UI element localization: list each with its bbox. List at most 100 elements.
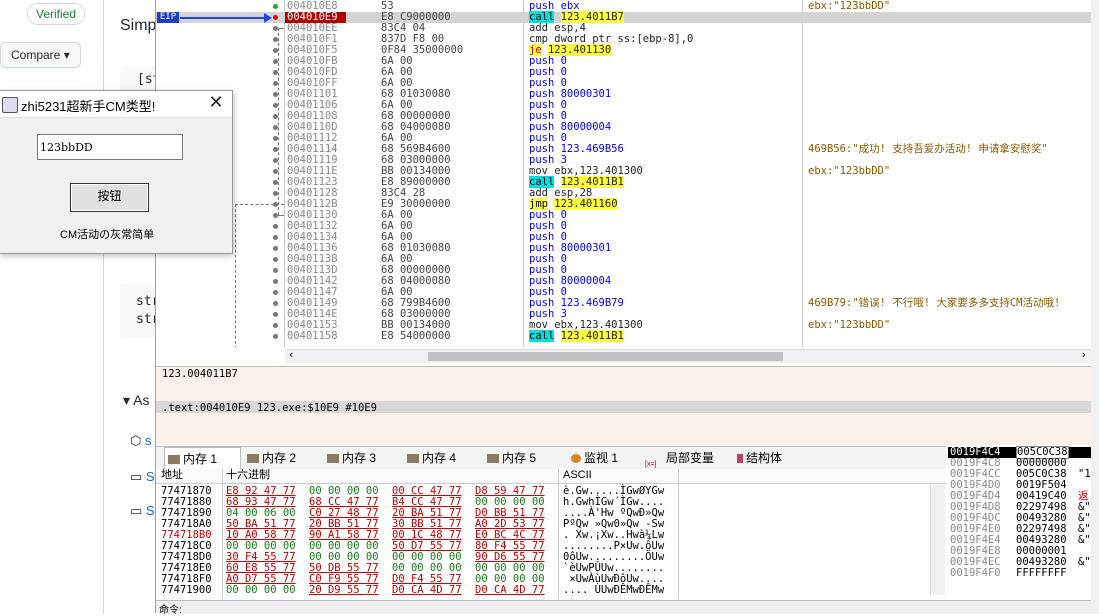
memory-dump[interactable]: 地址 十六进制 ASCII 77471870 E8 92 47 77 00 00 0…: [156, 469, 946, 599]
jump-line: [278, 28, 284, 29]
stack-value: FFFFFFFF: [1016, 567, 1067, 579]
jump-line: [278, 215, 284, 216]
window-scrollbar[interactable]: [1091, 0, 1099, 613]
dialog-message: CM活动の灰常简单: [60, 229, 155, 241]
link-fragment[interactable]: ▭ S: [130, 469, 155, 485]
memory-icon: [487, 454, 499, 464]
breakpoint-marker[interactable]: [273, 301, 278, 306]
instruction-comment: ebx:"123bbDD": [808, 319, 891, 331]
tab-1[interactable]: 内存 1: [164, 447, 241, 470]
instruction-comment: ebx:"123bbDD": [808, 0, 891, 12]
dump-ascii: .... ÙUwÐÊMwÐÊMw: [563, 584, 665, 596]
cube-icon: ⬡: [130, 433, 142, 448]
serial-input[interactable]: [37, 134, 183, 160]
jump-line: [235, 204, 236, 347]
scroll-right-icon[interactable]: ›: [1080, 348, 1087, 361]
crackme-dialog: zhi5231超新手CM类型! ✕ 按钮 CM活动の灰常简单: [0, 90, 233, 254]
section-heading-text: As: [133, 392, 150, 408]
section-heading-fragment[interactable]: ▾ As: [123, 392, 150, 409]
instruction-address: 00401158: [287, 330, 338, 342]
dump-hex-group: 00 00 00 00: [226, 584, 296, 596]
breakpoint-marker[interactable]: [273, 257, 278, 262]
submit-button[interactable]: 按钮: [70, 183, 149, 212]
info-location: .text:004010E9 123.exe:$10E9 #10E9: [162, 402, 377, 414]
column-separator: [222, 469, 223, 599]
tab-2[interactable]: 内存 2: [244, 447, 319, 469]
tab-label: 监视 1: [584, 451, 619, 465]
dump-header: [156, 469, 946, 484]
dump-col-address: 地址: [161, 469, 183, 481]
tab-6[interactable]: 监视 1: [568, 447, 639, 469]
breakpoint-marker[interactable]: [273, 224, 278, 229]
breakpoint-marker[interactable]: [273, 4, 278, 9]
jump-line: [278, 28, 279, 215]
package-icon: ▭: [130, 503, 143, 518]
tab-label: 结构体: [746, 451, 783, 465]
instruction-comment: 469B79:"错误! 不行哦! 大家要多多支持CM活动哦!: [808, 297, 1061, 309]
command-label: 命令:: [159, 605, 182, 616]
code-block-2: str str: [120, 284, 160, 338]
breakpoint-marker[interactable]: [273, 15, 278, 20]
breakpoint-marker[interactable]: [273, 246, 278, 251]
breakpoint-marker[interactable]: [273, 268, 278, 273]
tab-label: 局部变量: [666, 451, 715, 465]
link-text: S: [145, 503, 155, 518]
link-text: S: [145, 469, 155, 484]
tab-8[interactable]: 结构体: [734, 447, 807, 469]
stack-comment: &": [1078, 534, 1091, 546]
dump-hex-group: D0 CA 4D 77: [392, 584, 462, 596]
eip-arrow: [180, 17, 268, 19]
tab-5[interactable]: 内存 5: [484, 447, 559, 469]
stack-view[interactable]: 0019F4C4 005C0C38 "1 0019F4C8 00000000 0019F4…: [948, 446, 1091, 599]
tab-7[interactable]: [x=] 局部变量: [642, 447, 729, 469]
breakpoint-marker[interactable]: [273, 235, 278, 240]
breakpoint-marker[interactable]: [273, 279, 278, 284]
jump-line: [235, 204, 284, 205]
breakpoint-marker[interactable]: [273, 334, 278, 339]
eip-arrow-head: [264, 13, 272, 23]
dump-hex-group: 20 D9 55 77: [309, 584, 379, 596]
scrollbar-thumb[interactable]: [428, 352, 783, 361]
stack-row[interactable]: 0019F4F0 FFFFFFFF: [948, 568, 1091, 579]
package-icon: ▭: [130, 469, 143, 484]
stack-comment: "1: [1078, 446, 1091, 458]
link-fragment[interactable]: ▭ S: [130, 503, 155, 519]
memory-icon: [327, 454, 339, 464]
dialog-titlebar[interactable]: zhi5231超新手CM类型! ✕: [0, 91, 232, 118]
tab-label: 内存 2: [262, 451, 297, 465]
tab-4[interactable]: 内存 4: [404, 447, 479, 469]
instruction-comment: 469B56:"成功! 支持吾爱办活动! 申请拿安慰奖": [808, 143, 1048, 155]
info-panel: 123.004011B7 .text:004010E9 123.exe:$10E…: [156, 366, 1091, 445]
verified-badge: Verified: [27, 3, 86, 25]
scroll-left-icon[interactable]: ‹: [288, 348, 295, 361]
tab-label: 内存 3: [342, 451, 377, 465]
watch-icon: [571, 454, 581, 464]
memory-icon: [168, 455, 180, 465]
struct-icon: [737, 454, 743, 464]
page-heading-fragment: Simp: [120, 17, 157, 34]
tab-3[interactable]: 内存 3: [324, 447, 399, 469]
compare-button[interactable]: Compare ▾: [0, 42, 81, 68]
command-bar[interactable]: 命令:: [156, 600, 1099, 616]
column-separator: [678, 469, 679, 599]
breakpoint-marker[interactable]: [273, 312, 278, 317]
disasm-row[interactable]: 00401158 E8 54000000 call 123.4011B1: [156, 330, 1091, 342]
memory-icon: [247, 454, 259, 464]
column-separator: [558, 469, 559, 599]
horizontal-scrollbar[interactable]: ‹ ›: [285, 348, 1091, 363]
breakpoint-marker[interactable]: [273, 323, 278, 328]
close-icon[interactable]: ✕: [206, 92, 226, 113]
info-target: 123.004011B7: [162, 368, 238, 380]
dump-hex-group: D0 CA 4D 77: [475, 584, 545, 596]
link-text: s: [144, 433, 152, 448]
stack-comment: &": [1078, 556, 1091, 568]
app-icon: [2, 97, 18, 113]
link-fragment[interactable]: ⬡ s: [130, 433, 151, 449]
dump-scrollbar[interactable]: [930, 485, 945, 595]
breakpoint-marker[interactable]: [273, 290, 278, 295]
disassembly-view[interactable]: 004010E8 53 push ebx ebx:"123bbDD" 004010E9 E…: [156, 0, 1091, 347]
dump-tabs: 内存 1 内存 2 内存 3 内存 4 内存 5 监视 1 [x=] 局部变量 结构体: [156, 446, 946, 470]
jump-target[interactable]: 123.4011B1: [560, 330, 624, 342]
tab-label: 内存 1: [183, 452, 218, 466]
tab-label: 内存 5: [502, 451, 537, 465]
